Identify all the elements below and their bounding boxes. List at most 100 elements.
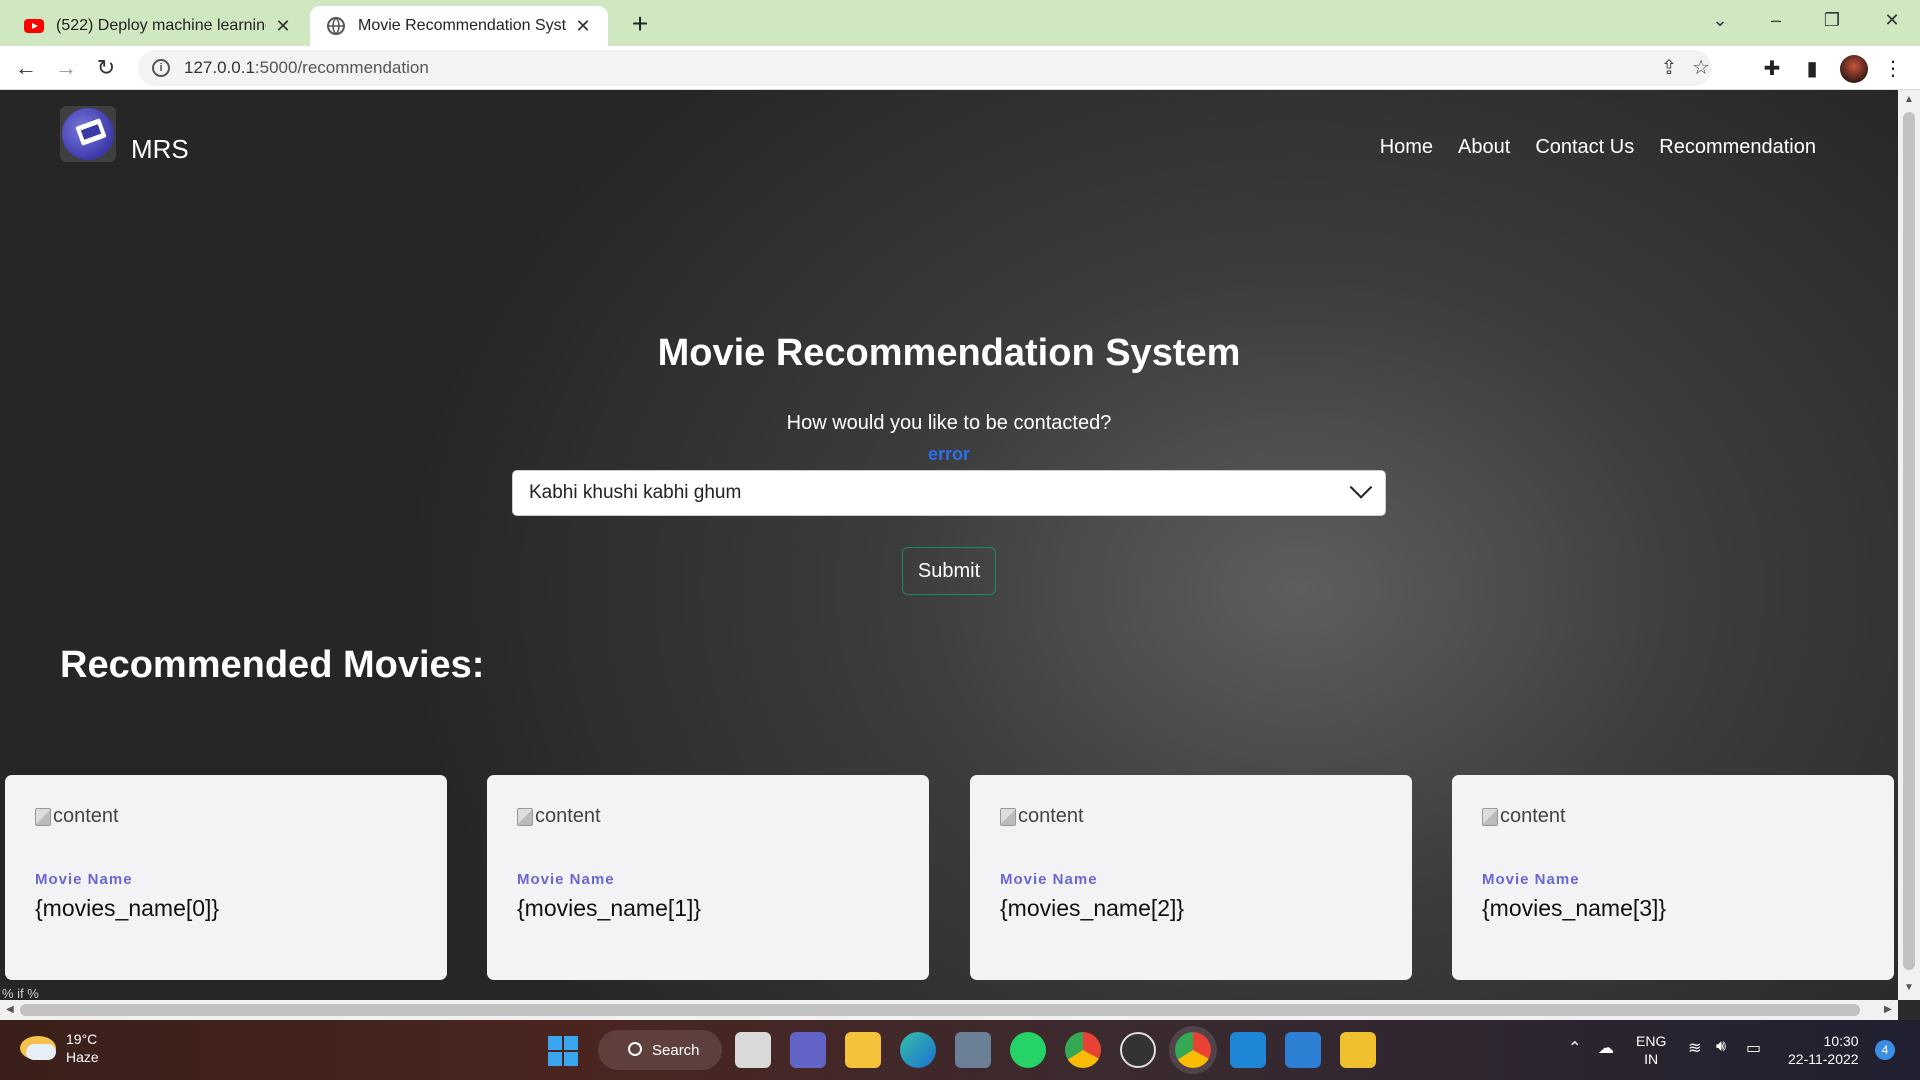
bookmark-star-icon[interactable]: ☆: [1688, 55, 1714, 81]
reload-icon[interactable]: ↻: [90, 52, 122, 84]
weather-desc: Haze: [66, 1049, 99, 1065]
movie-name: {movies_name[1]}: [517, 895, 702, 921]
minimize-button[interactable]: –: [1748, 0, 1804, 40]
file-explorer-icon[interactable]: [845, 1032, 881, 1068]
nav-recommendation[interactable]: Recommendation: [1659, 136, 1816, 159]
nav-home[interactable]: Home: [1380, 136, 1433, 159]
form-question: How would you like to be contacted?: [786, 412, 1112, 434]
side-panel-icon[interactable]: ▮: [1799, 56, 1825, 82]
page-title: Movie Recommendation System: [657, 332, 1241, 374]
edge-icon[interactable]: [900, 1032, 936, 1068]
taskbar-search[interactable]: Search: [598, 1030, 722, 1070]
media-player-icon[interactable]: [1120, 1032, 1156, 1068]
broken-image-icon: [1482, 807, 1498, 826]
chevron-down-icon: [1349, 476, 1373, 499]
scroll-left-icon[interactable]: ◀: [6, 1000, 14, 1020]
movie-name-label: Movie Name: [1482, 871, 1580, 888]
back-icon[interactable]: ←: [10, 52, 42, 84]
horizontal-scrollbar[interactable]: ◀ ▶: [0, 1000, 1898, 1020]
template-leak-text: % if %: [2, 986, 39, 1000]
photos-icon[interactable]: [1285, 1032, 1321, 1068]
profile-avatar[interactable]: [1840, 55, 1868, 83]
movie-poster: content: [1000, 805, 1084, 828]
close-icon[interactable]: ✕: [574, 16, 592, 37]
movie-card[interactable]: content Movie Name {movies_name[3]}: [1452, 775, 1894, 980]
onedrive-icon[interactable]: ☁: [1598, 1038, 1614, 1058]
nav-about[interactable]: About: [1458, 136, 1510, 159]
broken-image-icon: [517, 807, 533, 826]
brand-name[interactable]: MRS: [131, 134, 189, 165]
whatsapp-icon[interactable]: [1010, 1032, 1046, 1068]
recommendation-cards: content Movie Name {movies_name[0]} cont…: [0, 775, 1898, 980]
task-view-icon[interactable]: [735, 1032, 771, 1068]
movie-card[interactable]: content Movie Name {movies_name[1]}: [487, 775, 929, 980]
close-icon[interactable]: ✕: [274, 16, 292, 37]
windows-taskbar: 19°C Haze Search ⌃ ☁ ENG IN ≋ 🔊︎ ▭ 10:30…: [0, 1020, 1920, 1080]
nav-links: Home About Contact Us Recommendation: [1380, 136, 1816, 159]
chrome-icon[interactable]: [1065, 1032, 1101, 1068]
movie-poster: content: [35, 805, 119, 828]
chevron-up-icon[interactable]: ⌃: [1568, 1038, 1581, 1058]
tab-title: (522) Deploy machine learning p: [56, 17, 266, 34]
close-window-button[interactable]: ✕: [1864, 0, 1920, 40]
weather-widget[interactable]: 19°C Haze: [20, 1030, 99, 1066]
camera-icon[interactable]: [955, 1032, 991, 1068]
movie-name-label: Movie Name: [517, 871, 615, 888]
tab-title: Movie Recommendation System: [358, 17, 566, 34]
movie-poster: content: [1482, 805, 1566, 828]
address-bar[interactable]: i 127.0.0.1:5000/recommendation ⇪ ☆: [138, 50, 1712, 86]
tab-youtube[interactable]: (522) Deploy machine learning p ✕: [8, 6, 308, 46]
chrome-active-icon[interactable]: [1175, 1032, 1211, 1068]
movie-card[interactable]: content Movie Name {movies_name[0]}: [5, 775, 447, 980]
error-message: error: [927, 444, 971, 464]
broken-image-icon: [35, 807, 51, 826]
tab-search-icon[interactable]: ⌄: [1692, 0, 1748, 40]
wifi-icon[interactable]: ≋: [1688, 1038, 1701, 1058]
scroll-right-icon[interactable]: ▶: [1884, 1000, 1892, 1020]
browser-toolbar: ← → ↻ i 127.0.0.1:5000/recommendation ⇪ …: [0, 46, 1920, 90]
globe-icon: [327, 17, 345, 35]
weather-temp: 19°C: [66, 1031, 98, 1047]
site-navbar: MRS Home About Contact Us Recommendation: [0, 90, 1898, 200]
weather-haze-icon: [20, 1036, 56, 1060]
menu-icon[interactable]: ⋮: [1880, 56, 1906, 82]
new-tab-button[interactable]: +: [622, 6, 658, 42]
scroll-thumb[interactable]: [1903, 112, 1915, 970]
forward-icon[interactable]: →: [50, 52, 82, 84]
scroll-thumb[interactable]: [20, 1004, 1860, 1016]
extensions-icon[interactable]: ✚: [1759, 56, 1785, 82]
windows-start-icon[interactable]: [548, 1036, 578, 1066]
language-indicator[interactable]: ENG IN: [1636, 1032, 1666, 1068]
notification-badge[interactable]: 4: [1875, 1040, 1895, 1060]
movie-card[interactable]: content Movie Name {movies_name[2]}: [970, 775, 1412, 980]
page-viewport: MRS Home About Contact Us Recommendation…: [0, 90, 1898, 1000]
scroll-up-icon[interactable]: ▲: [1898, 94, 1920, 105]
teams-chat-icon[interactable]: [790, 1032, 826, 1068]
submit-button[interactable]: Submit: [902, 547, 996, 595]
vertical-scrollbar[interactable]: ▲ ▼: [1898, 90, 1920, 1000]
scroll-down-icon[interactable]: ▼: [1898, 982, 1920, 993]
battery-icon[interactable]: ▭: [1746, 1038, 1761, 1058]
movie-name-label: Movie Name: [35, 871, 133, 888]
share-icon[interactable]: ⇪: [1656, 55, 1682, 81]
site-info-icon[interactable]: i: [152, 59, 170, 77]
tab-movie-recommendation[interactable]: Movie Recommendation System ✕: [310, 6, 608, 46]
movie-name: {movies_name[0]}: [35, 895, 220, 921]
site-logo[interactable]: [60, 106, 116, 162]
movie-name: {movies_name[3]}: [1482, 895, 1667, 921]
youtube-icon: [24, 19, 44, 33]
movie-name: {movies_name[2]}: [1000, 895, 1185, 921]
recommended-heading: Recommended Movies:: [60, 644, 485, 686]
tab-strip: (522) Deploy machine learning p ✕ Movie …: [0, 0, 1920, 46]
movie-select[interactable]: Kabhi khushi kabhi ghum: [512, 470, 1386, 516]
nav-contact-us[interactable]: Contact Us: [1535, 136, 1634, 159]
system-clock[interactable]: 10:30 22-11-2022: [1788, 1032, 1859, 1068]
broken-image-icon: [1000, 807, 1016, 826]
volume-icon[interactable]: 🔊︎: [1716, 1038, 1726, 1056]
selected-movie: Kabhi khushi kabhi ghum: [529, 482, 742, 503]
restore-button[interactable]: ❐: [1804, 0, 1860, 40]
vscode-icon[interactable]: [1230, 1032, 1266, 1068]
url-text[interactable]: 127.0.0.1:5000/recommendation: [184, 58, 429, 78]
movie-name-label: Movie Name: [1000, 871, 1098, 888]
notes-icon[interactable]: [1340, 1032, 1376, 1068]
